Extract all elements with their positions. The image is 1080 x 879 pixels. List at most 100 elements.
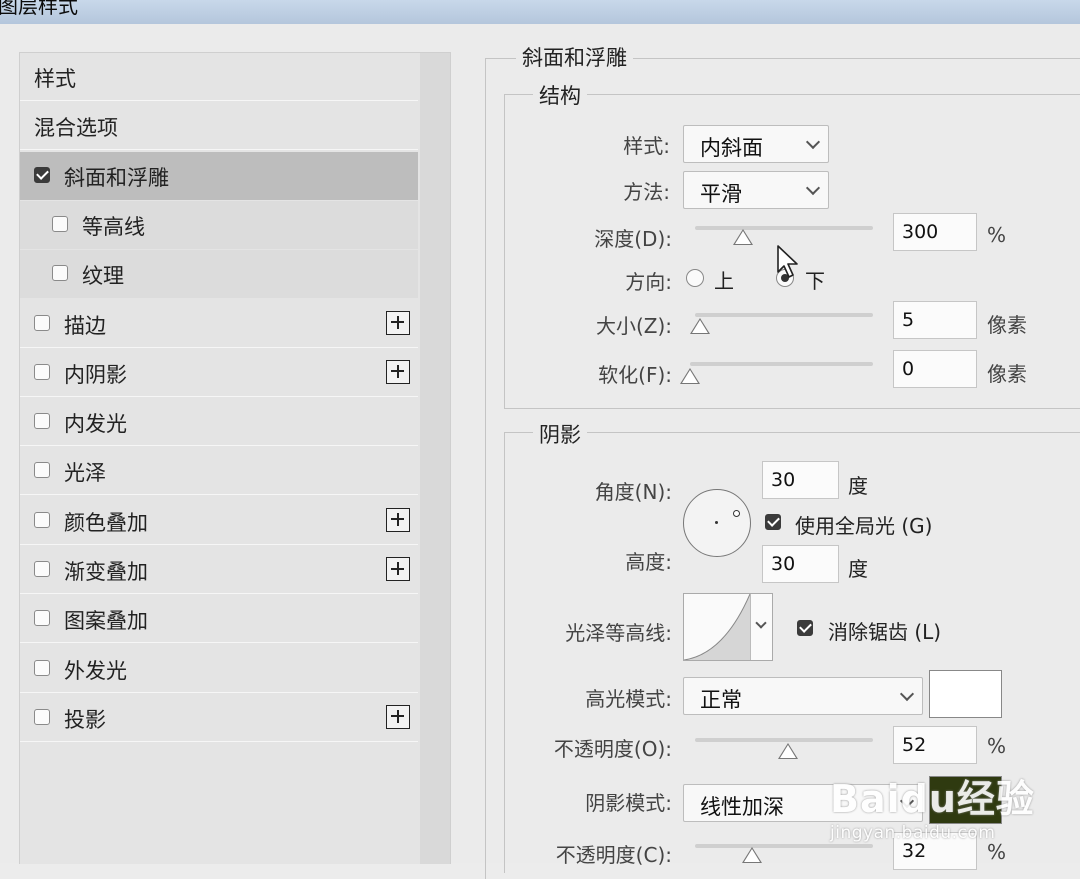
style-checkbox[interactable] [34, 413, 50, 430]
altitude-label: 高度: [625, 550, 672, 574]
highlight-opacity-slider-thumb[interactable] [777, 743, 798, 759]
size-unit: 像素 [987, 313, 1027, 337]
style-checkbox[interactable] [34, 659, 50, 676]
angle-label: 角度(N): [594, 480, 672, 504]
style-list-item[interactable]: 等高线 [20, 200, 418, 249]
add-effect-plus-icon[interactable] [386, 704, 410, 729]
style-list-label: 混合选项 [34, 116, 118, 141]
style-checkbox[interactable] [34, 511, 50, 528]
style-list-label: 斜面和浮雕 [64, 165, 169, 190]
depth-unit: % [987, 223, 1007, 247]
bevel-emboss-title: 斜面和浮雕 [516, 42, 633, 72]
style-list-label: 样式 [34, 67, 76, 91]
style-list-item[interactable]: 投影 [20, 694, 418, 742]
style-list-item[interactable]: 斜面和浮雕 [20, 151, 418, 200]
style-list-label: 光泽 [64, 461, 106, 486]
style-list-item[interactable]: 混合选项 [20, 102, 418, 151]
shadow-opacity-slider-thumb[interactable] [741, 847, 762, 863]
watermark-brand: Baidu经验 [830, 777, 1035, 821]
style-checkbox[interactable] [34, 610, 50, 627]
style-list-label: 内阴影 [64, 362, 127, 387]
depth-slider-thumb[interactable] [733, 229, 754, 245]
add-effect-plus-icon[interactable] [386, 359, 410, 384]
technique-select-value: 平滑 [700, 182, 742, 206]
style-list-item[interactable]: 纹理 [20, 250, 418, 299]
highlight-color-swatch[interactable] [929, 670, 1002, 718]
style-checkbox[interactable] [34, 561, 50, 577]
chevron-down-icon [899, 686, 915, 702]
style-list-item[interactable]: 内阴影 [20, 349, 418, 397]
highlight-opacity-input[interactable]: 52 [893, 726, 977, 764]
add-effect-plus-icon[interactable] [386, 557, 410, 581]
size-slider-thumb[interactable] [690, 318, 711, 334]
soften-slider-track[interactable] [690, 362, 873, 366]
style-checkbox[interactable] [52, 265, 68, 282]
style-list-item[interactable]: 颜色叠加 [20, 497, 418, 545]
global-light-label: 使用全局光 (G) [795, 514, 933, 538]
style-list-item[interactable]: 图案叠加 [20, 595, 418, 644]
list-scrollbar[interactable] [420, 53, 450, 864]
direction-up-radio[interactable] [686, 269, 704, 287]
style-list-label: 外发光 [64, 658, 127, 683]
shadow-mode-value: 线性加深 [700, 795, 784, 819]
style-list-label: 图案叠加 [64, 609, 148, 634]
add-effect-plus-icon[interactable] [386, 310, 410, 335]
gloss-contour-label: 光泽等高线: [565, 621, 672, 645]
depth-label: 深度(D): [594, 227, 672, 251]
technique-label: 方法: [623, 180, 670, 204]
angle-dial[interactable] [683, 489, 751, 557]
style-select[interactable]: 内斜面 [683, 125, 829, 163]
style-label: 样式: [623, 134, 670, 158]
style-list-label: 等高线 [82, 214, 145, 239]
soften-unit: 像素 [987, 362, 1027, 386]
watermark-url: jingyan.baidu.com [830, 823, 996, 843]
size-slider-track[interactable] [695, 313, 873, 317]
technique-select[interactable]: 平滑 [683, 171, 829, 209]
altitude-input[interactable]: 30 [762, 545, 839, 583]
depth-slider-track[interactable] [695, 226, 873, 230]
add-effect-plus-icon[interactable] [386, 507, 410, 532]
style-list-label: 投影 [64, 707, 106, 732]
soften-slider-thumb[interactable] [680, 368, 700, 384]
style-list-label: 渐变叠加 [64, 560, 148, 584]
title-bar: 图层样式 [0, 0, 1080, 25]
global-light-checkbox[interactable] [765, 514, 781, 530]
anti-alias-checkbox[interactable] [797, 620, 813, 636]
shadow-opacity-slider-track[interactable] [695, 844, 873, 848]
size-label: 大小(Z): [595, 314, 672, 338]
altitude-unit: 度 [848, 557, 868, 581]
soften-label: 软化(F): [598, 363, 672, 387]
angle-unit: 度 [848, 474, 868, 498]
highlight-opacity-slider-track[interactable] [695, 738, 873, 742]
style-checkbox[interactable] [52, 215, 68, 232]
style-list-item: 样式 [20, 53, 418, 101]
style-list-item[interactable]: 光泽 [20, 447, 418, 496]
gloss-contour-picker[interactable] [683, 593, 773, 661]
style-checkbox[interactable] [34, 462, 50, 479]
angle-input-value: 30 [771, 469, 796, 491]
highlight-opacity-value: 52 [902, 734, 927, 756]
chevron-down-icon [805, 180, 821, 196]
shading-title: 阴影 [533, 419, 587, 449]
style-checkbox[interactable] [34, 314, 50, 331]
soften-input[interactable]: 0 [893, 350, 977, 388]
direction-down-label: 下 [805, 269, 825, 293]
shadow-mode-label: 阴影模式: [585, 791, 672, 815]
contour-preview-icon [684, 594, 750, 660]
shadow-opacity-label: 不透明度(C): [555, 843, 672, 867]
anti-alias-label: 消除锯齿 (L) [828, 620, 942, 644]
style-checkbox[interactable] [34, 166, 50, 183]
style-list-item[interactable]: 描边 [20, 300, 418, 348]
structure-title: 结构 [533, 80, 587, 110]
style-checkbox[interactable] [34, 708, 50, 725]
style-list-item[interactable]: 外发光 [20, 645, 418, 693]
style-list-item[interactable]: 内发光 [20, 398, 418, 447]
style-checkbox[interactable] [34, 363, 50, 380]
highlight-mode-select[interactable]: 正常 [683, 677, 923, 715]
highlight-opacity-unit: % [987, 734, 1007, 758]
direction-label: 方向: [625, 270, 672, 294]
style-list-item[interactable]: 渐变叠加 [20, 546, 418, 594]
size-input[interactable]: 5 [893, 301, 977, 339]
angle-input[interactable]: 30 [762, 461, 839, 499]
depth-input[interactable]: 300 [893, 213, 977, 251]
